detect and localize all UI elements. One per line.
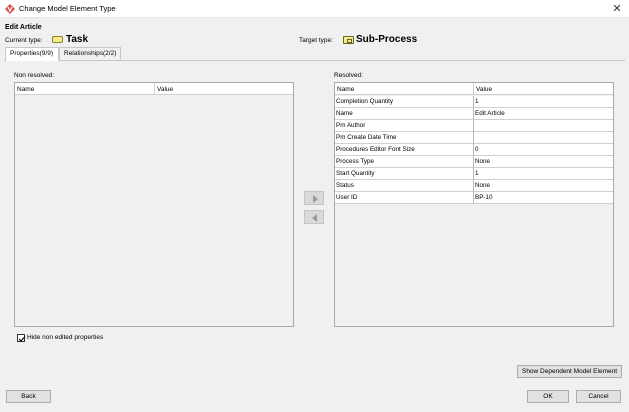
cell-value[interactable]	[474, 120, 613, 132]
cell-name: Status	[335, 180, 474, 192]
cell-value[interactable]	[474, 132, 613, 144]
current-type-label: Current type:	[5, 37, 43, 44]
current-type-value: Task	[66, 34, 89, 45]
window-title: Change Model Element Type	[19, 4, 116, 13]
cell-name: Process Type	[335, 156, 474, 168]
title-bar: Change Model Element Type ✕	[0, 0, 629, 18]
cell-value[interactable]: 1	[474, 168, 613, 180]
element-name: Edit Article	[5, 24, 42, 31]
arrow-right-icon	[313, 195, 318, 203]
table-row[interactable]: Pm Author	[335, 120, 613, 132]
cell-value[interactable]: BP-10	[474, 192, 613, 204]
tab-properties[interactable]: Properties(9/9)	[5, 47, 59, 61]
arrow-left-icon	[312, 214, 317, 222]
visual-paradigm-logo-icon	[5, 4, 15, 14]
column-header-value[interactable]: Value	[474, 83, 613, 95]
table-row[interactable]: Name Edit Article	[335, 108, 613, 120]
column-header-name[interactable]: Name	[335, 83, 474, 95]
column-header-value[interactable]: Value	[155, 83, 293, 95]
cell-value[interactable]: Edit Article	[474, 108, 613, 120]
table-header: Name Value	[335, 83, 613, 95]
hide-non-edited-label: Hide non edited properties	[27, 334, 104, 341]
non-resolved-label: Non resolved:	[14, 72, 55, 79]
cell-value[interactable]: None	[474, 180, 613, 192]
back-button[interactable]: Back	[6, 390, 51, 403]
close-icon[interactable]: ✕	[611, 2, 623, 15]
resolved-table[interactable]: Name Value Completion Quantity 1 Name Edit …	[334, 82, 614, 327]
cell-value[interactable]: 1	[474, 96, 613, 108]
table-row[interactable]: Procedures Editor Font Size 0	[335, 144, 613, 156]
checkmark-icon	[18, 336, 26, 342]
cell-name: Start Quantity	[335, 168, 474, 180]
cell-name: Completion Quantity	[335, 96, 474, 108]
move-left-button[interactable]	[304, 210, 324, 224]
column-header-name[interactable]: Name	[15, 83, 155, 95]
move-right-button[interactable]	[304, 191, 324, 205]
task-icon	[52, 36, 63, 43]
table-header: Name Value	[15, 83, 293, 95]
target-type-value: Sub-Process	[356, 34, 418, 45]
cell-value[interactable]: None	[474, 156, 613, 168]
table-row[interactable]: Status None	[335, 180, 613, 192]
sub-process-icon	[343, 36, 354, 44]
cell-value[interactable]: 0	[474, 144, 613, 156]
cell-name: Name	[335, 108, 474, 120]
table-row[interactable]: User ID BP-10	[335, 192, 613, 204]
cell-name: Pm Create Date Time	[335, 132, 474, 144]
cell-name: User ID	[335, 192, 474, 204]
table-row[interactable]: Pm Create Date Time	[335, 132, 613, 144]
show-dependent-button[interactable]: Show Dependent Model Element	[517, 365, 622, 378]
table-row[interactable]: Completion Quantity 1	[335, 96, 613, 108]
table-row[interactable]: Process Type None	[335, 156, 613, 168]
table-row[interactable]: Start Quantity 1	[335, 168, 613, 180]
resolved-label: Resolved:	[334, 72, 363, 79]
cell-name: Procedures Editor Font Size	[335, 144, 474, 156]
non-resolved-table[interactable]: Name Value	[14, 82, 294, 327]
cell-name: Pm Author	[335, 120, 474, 132]
tab-relationships[interactable]: Relationships(2/2)	[59, 47, 121, 60]
cancel-button[interactable]: Cancel	[576, 390, 621, 403]
target-type-label: Target type:	[299, 37, 333, 44]
ok-button[interactable]: OK	[527, 390, 569, 403]
hide-non-edited-checkbox[interactable]	[17, 334, 26, 342]
